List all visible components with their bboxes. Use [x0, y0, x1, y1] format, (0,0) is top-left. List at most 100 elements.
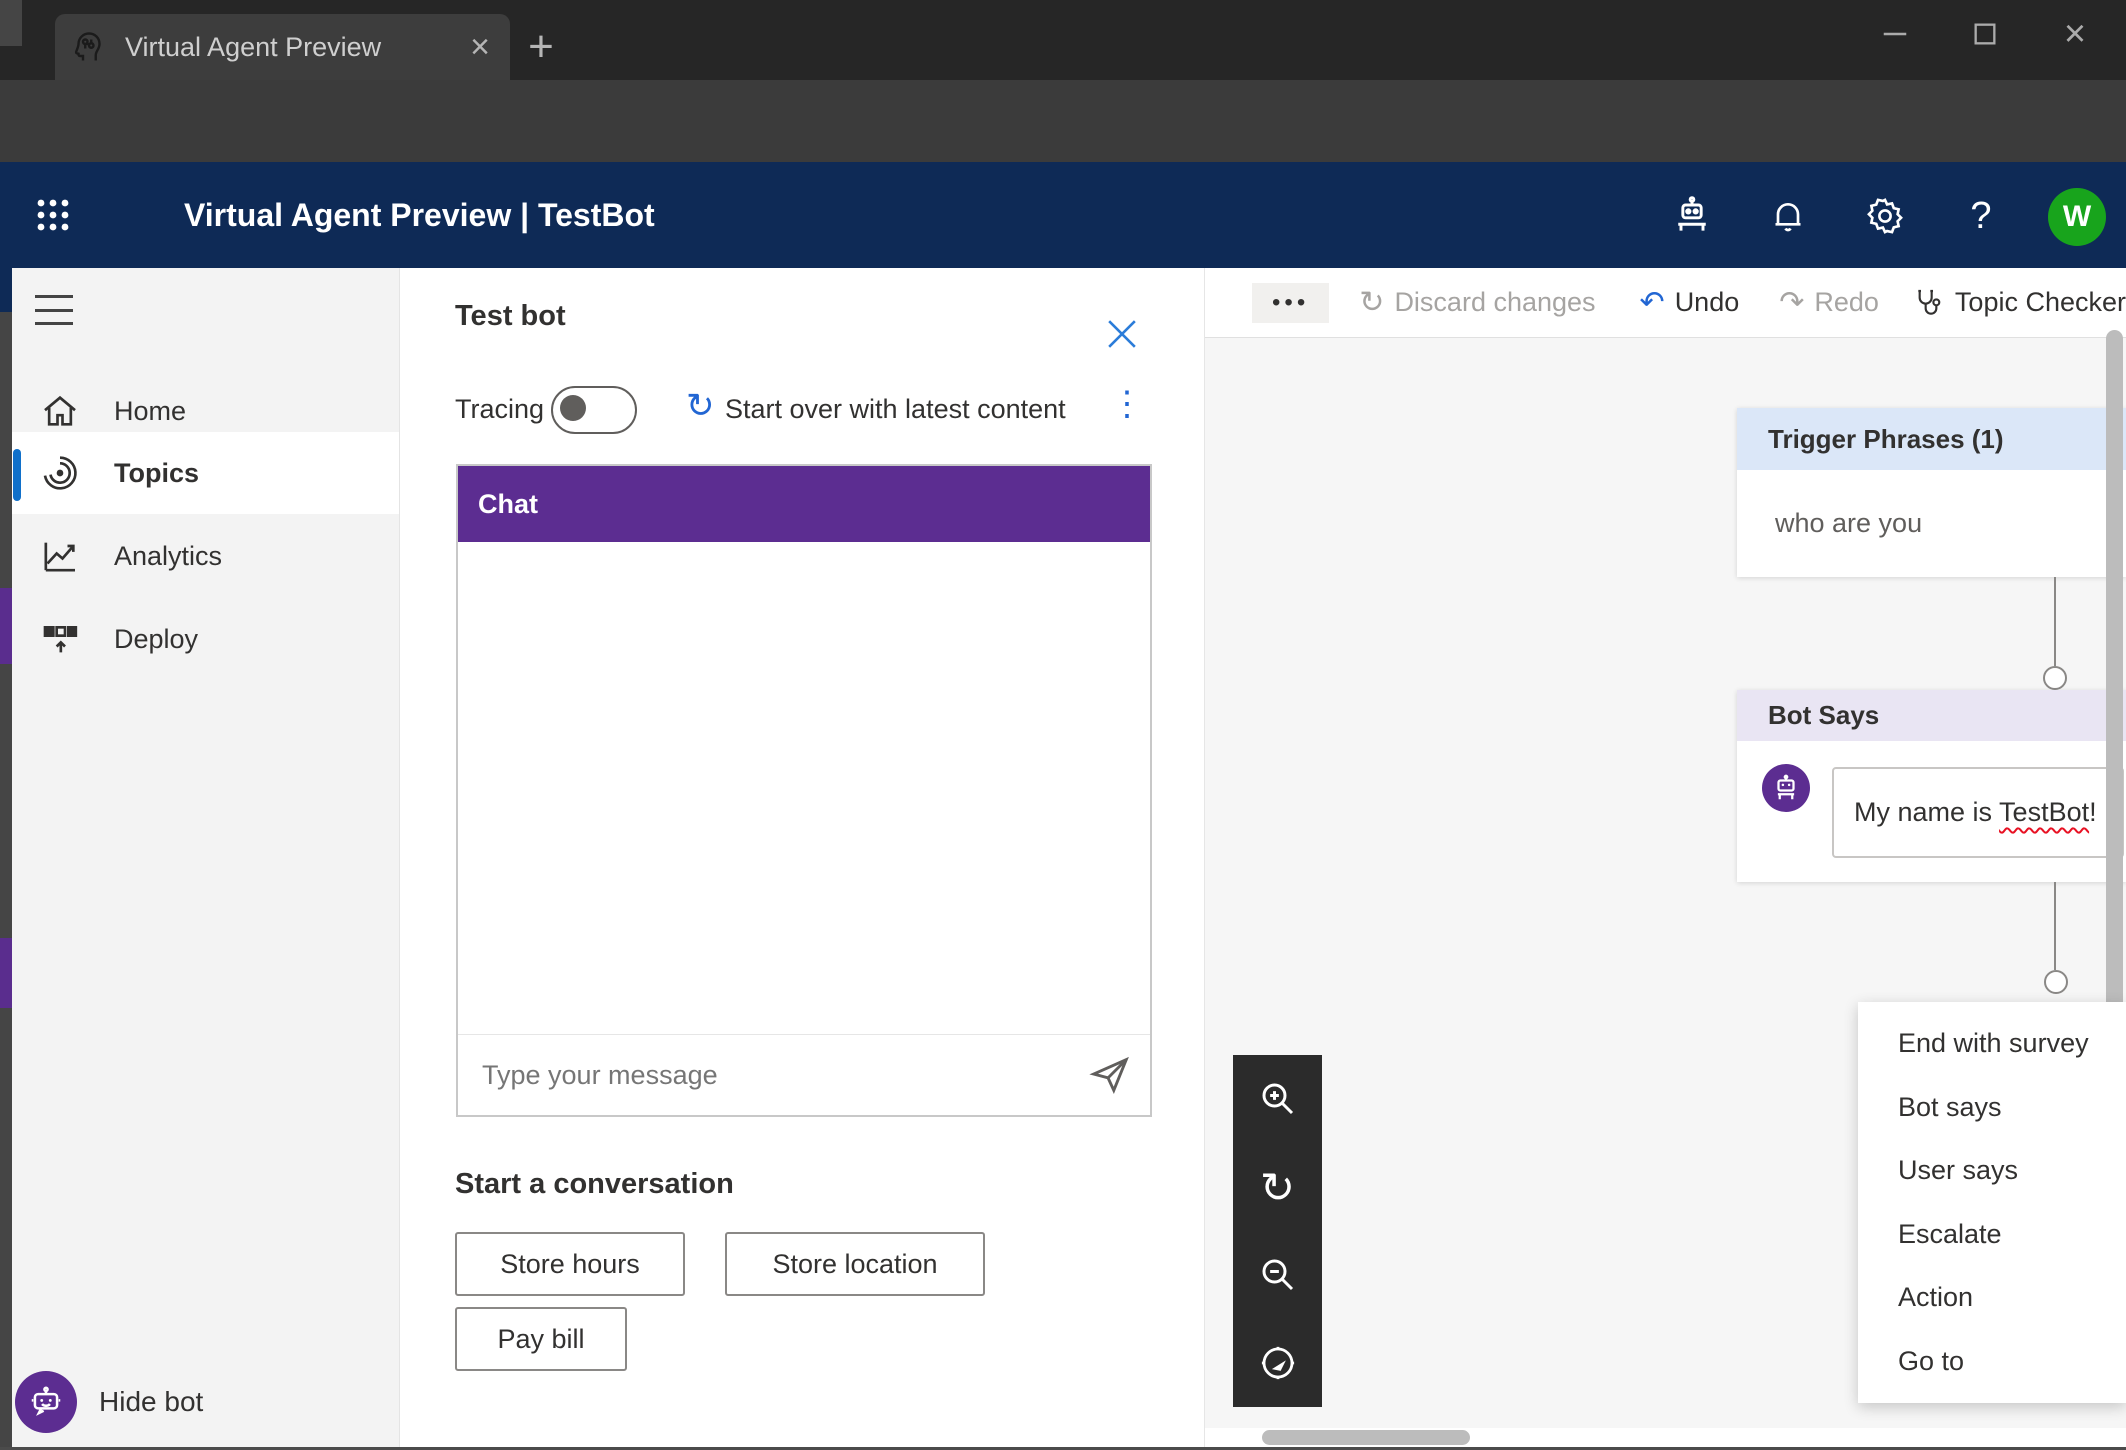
zoom-out-icon[interactable] [1256, 1253, 1300, 1297]
help-icon[interactable]: ? [1953, 188, 2009, 244]
horizontal-scrollbar-track[interactable] [1205, 1428, 2126, 1447]
waffle-menu-icon[interactable] [36, 198, 70, 232]
test-bot-more-options-icon[interactable]: ⋮ [1110, 384, 1144, 424]
menu-item-go-to[interactable]: Go to [1858, 1346, 2126, 1377]
home-icon [40, 391, 80, 431]
canvas-zoom-controls: ↻ [1233, 1055, 1322, 1407]
redo-icon: ↷ [1779, 288, 1804, 318]
tab-title: Virtual Agent Preview [125, 32, 381, 63]
suggestion-label: Store hours [500, 1249, 640, 1280]
suggestion-label: Store location [772, 1249, 937, 1280]
sidebar-item-label: Home [114, 396, 186, 427]
chat-header-label: Chat [478, 489, 538, 520]
redo-label: Redo [1814, 287, 1879, 318]
deploy-icon [40, 619, 80, 659]
undo-button[interactable]: ↶ Undo [1640, 287, 1740, 318]
connector-line [2054, 577, 2056, 666]
bot-icon[interactable] [1664, 188, 1720, 244]
trigger-phrases-title: Trigger Phrases (1) [1768, 424, 2004, 455]
bot-message-suffix: ! [2089, 797, 2097, 827]
screen: Virtual Agent Preview × + × ↻ https://va… [0, 0, 2126, 1450]
tracing-toggle[interactable] [551, 386, 637, 434]
bot-says-node[interactable]: Bot Says My name is TestBot! [1737, 690, 2126, 882]
more-options-button[interactable]: ••• [1252, 283, 1329, 323]
discard-changes-label: Discard changes [1394, 287, 1595, 318]
window-close-button[interactable]: × [2045, 10, 2105, 58]
connector-node-circle[interactable] [2044, 970, 2068, 994]
connector-node-circle[interactable] [2043, 666, 2067, 690]
discard-changes-button[interactable]: ↻ Discard changes [1359, 287, 1595, 318]
start-over-button[interactable]: Start over with latest content [725, 394, 1066, 425]
sidebar-item-label: Analytics [114, 541, 222, 572]
bot-message-prefix: My name is [1854, 797, 1999, 827]
sidebar-item-label: Deploy [114, 624, 198, 655]
window-maximize-button[interactable] [1955, 10, 2015, 58]
bot-says-title: Bot Says [1768, 700, 1879, 731]
tab-favicon-bot-head-icon [71, 29, 107, 65]
start-over-icon: ↻ [686, 386, 715, 426]
connector-line [2054, 882, 2056, 970]
suggestion-pay-bill-button[interactable]: Pay bill [455, 1307, 627, 1371]
menu-item-end-with-survey[interactable]: End with survey [1858, 1028, 2126, 1059]
bot-message-word: TestBot [1999, 797, 2089, 827]
toggle-knob [560, 395, 586, 421]
suggestion-store-location-button[interactable]: Store location [725, 1232, 985, 1296]
reset-zoom-icon[interactable]: ↻ [1256, 1165, 1300, 1209]
suggestion-store-hours-button[interactable]: Store hours [455, 1232, 685, 1296]
undo-label: Undo [1675, 287, 1740, 318]
fit-view-compass-icon[interactable] [1256, 1341, 1300, 1385]
sidebar-item-topics[interactable]: Topics [12, 432, 399, 514]
menu-item-escalate[interactable]: Escalate [1858, 1219, 2126, 1250]
background-window-edge [0, 268, 12, 1450]
sidebar-item-label: Topics [114, 458, 199, 489]
hide-bot-button[interactable]: Hide bot [15, 1371, 345, 1433]
analytics-icon [40, 536, 80, 576]
sidebar-item-analytics[interactable]: Analytics [12, 515, 399, 597]
trigger-phrase-text[interactable]: who are you [1775, 508, 1922, 539]
horizontal-scrollbar-thumb[interactable] [1262, 1430, 1470, 1445]
topic-checker-button[interactable]: Topic Checker [1913, 287, 2126, 319]
undo-icon: ↶ [1640, 288, 1665, 318]
suggestion-label: Pay bill [497, 1324, 584, 1355]
close-test-bot-icon[interactable] [1100, 312, 1144, 356]
new-tab-button[interactable]: + [516, 22, 566, 72]
start-conversation-heading: Start a conversation [455, 1168, 734, 1201]
bot-message-input[interactable]: My name is TestBot! [1832, 767, 2124, 858]
user-avatar[interactable]: W [2048, 188, 2106, 246]
redo-button[interactable]: ↷ Redo [1779, 287, 1879, 318]
menu-item-bot-says[interactable]: Bot says [1858, 1092, 2126, 1123]
bot-avatar-icon [1762, 764, 1810, 812]
discard-changes-icon: ↻ [1359, 288, 1384, 318]
stethoscope-icon [1913, 287, 1945, 319]
hide-bot-label: Hide bot [99, 1386, 203, 1418]
canvas-toolbar: ••• ↻ Discard changes ↶ Undo ↷ Redo Topi… [1205, 268, 2126, 338]
vertical-scrollbar-thumb[interactable] [2106, 330, 2123, 1042]
sidebar-item-deploy[interactable]: Deploy [12, 598, 399, 680]
chat-header: Chat [458, 466, 1150, 542]
selected-item-accent-bar [13, 449, 21, 501]
browser-tab-strip: Virtual Agent Preview × + × [0, 0, 2126, 80]
zoom-in-icon[interactable] [1256, 1077, 1300, 1121]
tab-close-icon[interactable]: × [470, 30, 490, 64]
window-minimize-button[interactable] [1865, 10, 1925, 58]
avatar-initial: W [2063, 200, 2091, 234]
send-message-icon[interactable] [1086, 1052, 1132, 1098]
browser-tab[interactable]: Virtual Agent Preview × [55, 14, 510, 80]
settings-gear-icon[interactable] [1857, 188, 1913, 244]
chat-input-row [458, 1034, 1150, 1115]
menu-item-action[interactable]: Action [1858, 1282, 2126, 1313]
test-bot-title: Test bot [455, 300, 566, 333]
trigger-phrases-node[interactable]: Trigger Phrases (1) who are you [1737, 408, 2126, 577]
browser-toolbar: ↻ https://va.ai.dynamics.com/#/dialog/8c… [0, 80, 2126, 162]
notifications-bell-icon[interactable] [1760, 188, 1816, 244]
bot-face-icon [15, 1371, 77, 1433]
background-window-sliver [0, 0, 22, 46]
tracing-label: Tracing [455, 394, 544, 425]
chat-window: Chat [456, 464, 1152, 1117]
app-title: Virtual Agent Preview | TestBot [184, 197, 655, 234]
add-node-menu: End with survey Bot says User says Escal… [1858, 1002, 2126, 1403]
hamburger-menu-icon[interactable] [35, 295, 73, 325]
menu-item-user-says[interactable]: User says [1858, 1155, 2126, 1186]
chat-message-input[interactable] [480, 1059, 1086, 1092]
topic-checker-label: Topic Checker [1955, 287, 2126, 318]
